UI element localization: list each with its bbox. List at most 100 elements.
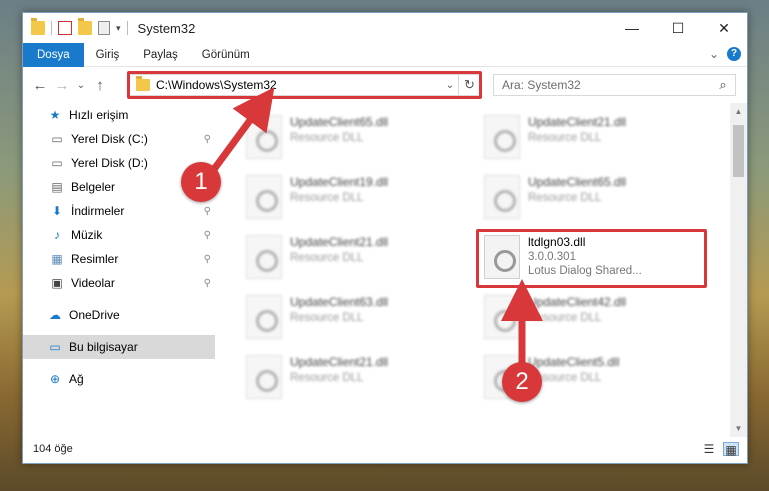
pin-icon[interactable]: ⚲ [204, 278, 211, 289]
customize-icon[interactable] [98, 21, 110, 35]
file-name: UpdateClient65.dll [528, 175, 627, 189]
help-icon[interactable]: ? [727, 47, 741, 61]
sidebar-item-label: Müzik [71, 228, 103, 242]
file-name: UpdateClient63.dll [290, 295, 389, 309]
pin-icon[interactable]: ⚲ [204, 206, 211, 217]
minimize-button[interactable]: — [609, 13, 655, 43]
file-description: Resource DLL [290, 372, 364, 384]
step-1-badge: 1 [181, 162, 221, 202]
file-name: UpdateClient5.dll [528, 355, 620, 369]
drive-icon: ▭ [51, 132, 63, 146]
sidebar-item-pictures[interactable]: ▦ Resimler ⚲ [23, 247, 215, 271]
file-description: Resource DLL [290, 312, 364, 324]
sidebar-item-label: Resimler [71, 252, 119, 266]
address-highlight [127, 71, 482, 99]
picture-icon: ▦ [51, 252, 63, 266]
sidebar-item-label: Ağ [69, 372, 84, 386]
file-description: Resource DLL [528, 312, 602, 324]
file-description: Resource DLL [528, 192, 602, 204]
sidebar-item-label: Videolar [71, 276, 115, 290]
cloud-icon: ☁ [49, 308, 61, 322]
forward-button[interactable]: → [51, 77, 73, 94]
list-item[interactable]: UpdateClient65.dll Resource DLL [246, 111, 466, 167]
dll-file-icon [246, 355, 282, 399]
scrollbar-thumb[interactable] [733, 125, 744, 177]
download-icon: ⬇ [51, 204, 63, 218]
sidebar-item-network[interactable]: ⊕ Ağ [23, 367, 215, 391]
up-button[interactable]: ↑ [89, 77, 111, 94]
file-highlight [476, 229, 707, 288]
sidebar-item-videos[interactable]: ▣ Videolar ⚲ [23, 271, 215, 295]
sidebar-item-quick-access[interactable]: ★ Hızlı erişim [23, 103, 215, 127]
tab-file[interactable]: Dosya [23, 42, 84, 67]
file-name: UpdateClient21.dll [528, 115, 627, 129]
list-item[interactable]: UpdateClient19.dll Resource DLL [246, 171, 466, 227]
pin-icon[interactable]: ⚲ [204, 254, 211, 265]
recent-locations-button[interactable]: ⌄ [73, 80, 89, 91]
folder-icon[interactable] [31, 18, 45, 35]
sidebar-item-downloads[interactable]: ⬇ İndirmeler ⚲ [23, 199, 215, 223]
ribbon-expand-icon[interactable]: ⌄ [709, 47, 719, 61]
file-description: Resource DLL [290, 132, 364, 144]
search-icon: ⌕ [719, 77, 727, 92]
network-icon: ⊕ [49, 372, 61, 386]
computer-icon: ▭ [49, 340, 61, 354]
sidebar-item-music[interactable]: ♪ Müzik ⚲ [23, 223, 215, 247]
list-item[interactable]: UpdateClient65.dll Resource DLL [484, 171, 704, 227]
separator [126, 21, 128, 35]
tab-home[interactable]: Giriş [84, 43, 132, 67]
window-controls: — ☐ ✕ [609, 13, 747, 43]
scroll-down-icon[interactable]: ▼ [730, 424, 747, 433]
file-name: UpdateClient65.dll [290, 115, 389, 129]
list-item[interactable]: UpdateClient21.dll Resource DLL [246, 351, 466, 407]
dll-file-icon [484, 115, 520, 159]
step-2-badge: 2 [502, 362, 542, 402]
navigation-pane: ★ Hızlı erişim ▭ Yerel Disk (C:) ⚲ ▭ Yer… [23, 103, 215, 437]
list-item[interactable]: UpdateClient21.dll Resource DLL [484, 111, 704, 167]
dll-file-icon [484, 175, 520, 219]
new-folder-icon[interactable] [78, 18, 92, 35]
sidebar-item-onedrive[interactable]: ☁ OneDrive [23, 303, 215, 327]
search-input[interactable]: Ara: System32 [502, 78, 711, 92]
properties-icon[interactable] [58, 21, 72, 35]
sidebar-item-this-pc[interactable]: ▭ Bu bilgisayar [23, 335, 215, 359]
file-name: UpdateClient42.dll [528, 295, 627, 309]
scroll-up-icon[interactable]: ▲ [730, 107, 747, 116]
sidebar-item-label: Bu bilgisayar [69, 340, 138, 354]
separator [51, 21, 52, 35]
search-box[interactable]: Ara: System32 ⌕ [493, 74, 736, 96]
sidebar-item-label: Hızlı erişim [69, 108, 129, 122]
drive-icon: ▭ [51, 156, 63, 170]
sidebar-item-label: Yerel Disk (C:) [71, 132, 148, 146]
details-view-icon[interactable]: ☰ [701, 442, 717, 456]
sidebar-item-local-disk-c[interactable]: ▭ Yerel Disk (C:) ⚲ [23, 127, 215, 151]
sidebar-item-label: Yerel Disk (D:) [71, 156, 148, 170]
list-item[interactable]: UpdateClient42.dll Resource DLL [484, 291, 704, 347]
file-name: UpdateClient19.dll [290, 175, 389, 189]
maximize-button[interactable]: ☐ [655, 13, 701, 43]
ribbon: Dosya Giriş Paylaş Görünüm ⌄ ? [23, 42, 747, 67]
pin-icon[interactable]: ⚲ [204, 134, 211, 145]
view-switcher: ☰ ▦ [701, 442, 739, 457]
vertical-scrollbar[interactable]: ▲ ▼ [730, 103, 747, 437]
sidebar-item-label: İndirmeler [71, 204, 125, 218]
file-description: Resource DLL [290, 252, 364, 264]
star-icon: ★ [49, 108, 61, 122]
dll-file-icon [484, 295, 520, 339]
music-icon: ♪ [54, 228, 60, 242]
list-item[interactable]: UpdateClient21.dll Resource DLL [246, 231, 466, 287]
quick-access-toolbar: ▾ [23, 18, 128, 35]
tab-share[interactable]: Paylaş [131, 43, 190, 67]
dll-file-icon [246, 235, 282, 279]
window-title: System32 [137, 20, 196, 36]
file-description: Resource DLL [528, 132, 602, 144]
close-button[interactable]: ✕ [701, 13, 747, 43]
file-name: UpdateClient21.dll [290, 355, 389, 369]
tiles-view-icon[interactable]: ▦ [723, 442, 739, 457]
dll-file-icon [246, 295, 282, 339]
list-item[interactable]: UpdateClient63.dll Resource DLL [246, 291, 466, 347]
chevron-down-icon[interactable]: ▾ [116, 23, 121, 34]
pin-icon[interactable]: ⚲ [204, 230, 211, 241]
tab-view[interactable]: Görünüm [190, 43, 262, 67]
back-button[interactable]: ← [29, 77, 51, 94]
